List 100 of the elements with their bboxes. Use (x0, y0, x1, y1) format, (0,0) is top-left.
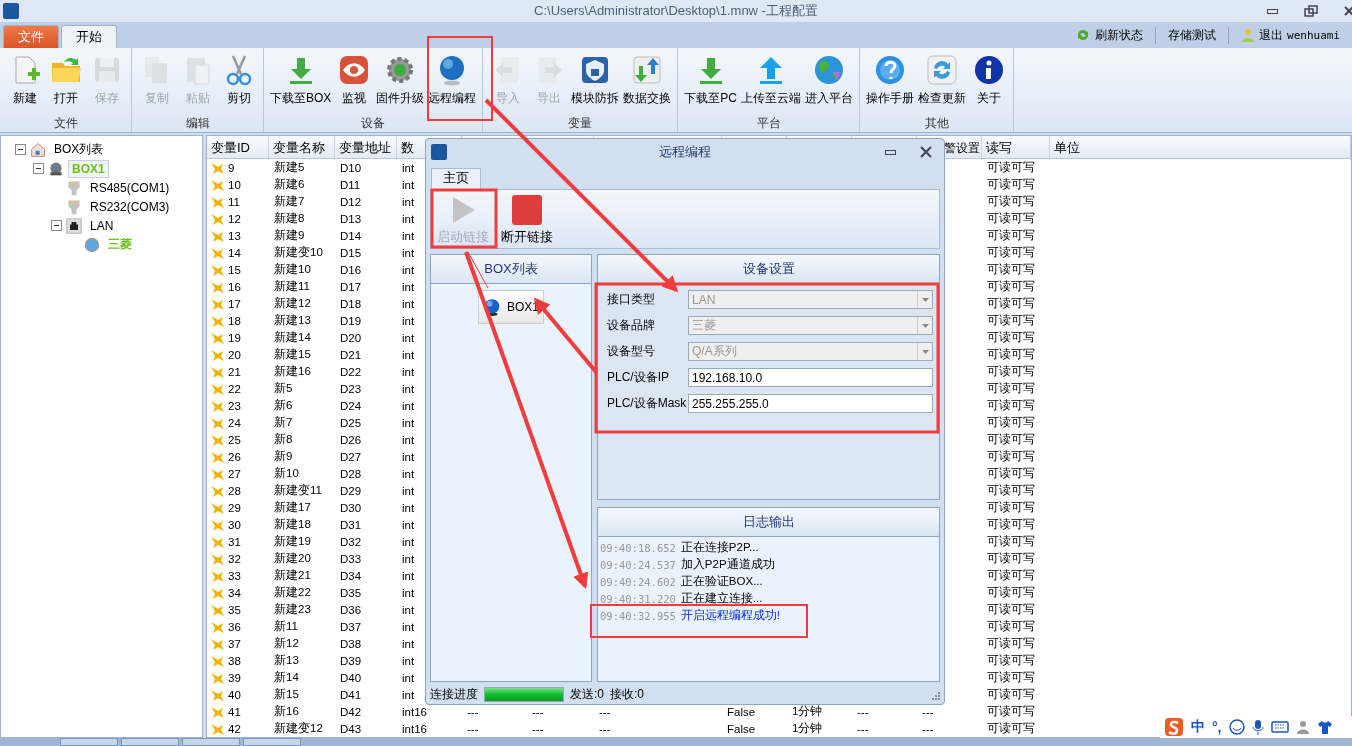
collapse-toggle[interactable] (51, 220, 62, 231)
taskbar-button[interactable] (182, 738, 240, 746)
ribbon-button[interactable]: 剪切 (218, 48, 259, 115)
table-cell: D32 (340, 535, 362, 548)
table-cell: 1分钟 (792, 722, 823, 734)
table-cell: 新建10 (274, 263, 311, 275)
table-cell: int (402, 501, 415, 514)
taskbar-button[interactable] (121, 738, 179, 746)
table-cell: int (402, 297, 415, 310)
keyboard-icon (1270, 720, 1289, 734)
table-cell: 新9 (274, 450, 293, 462)
table-cell: 新建21 (274, 569, 311, 581)
ribbon-button[interactable]: 下载至PC (682, 48, 739, 115)
input-field[interactable]: 255.255.255.0 (688, 394, 933, 413)
group-label: 设备 (361, 116, 386, 130)
ribbon-button[interactable]: 下载至BOX (268, 48, 334, 115)
taskbar-button[interactable] (60, 738, 118, 746)
column-header[interactable]: 变量名称 (273, 140, 325, 155)
ribbon-button[interactable]: 检查更新 (916, 48, 968, 115)
ribbon-button[interactable]: 远程编程 (426, 48, 479, 115)
ribbon-button[interactable]: 上传至云端 (739, 48, 803, 115)
table-cell: 新建15 (274, 348, 311, 360)
microphone-icon (1251, 719, 1264, 735)
table-cell: int (402, 450, 415, 463)
caret-icon (921, 349, 929, 354)
ribbon-button[interactable]: 操作手册 (864, 48, 916, 115)
app-icon (3, 3, 19, 19)
tree-item[interactable]: BOX列表 (50, 139, 108, 160)
ribbon-button[interactable]: 模块防拆 (569, 48, 622, 115)
ribbon-button[interactable]: 进入平台 (803, 48, 855, 115)
dialog-tab[interactable]: 主页 (431, 168, 481, 189)
column-header[interactable]: 变量地址 (339, 140, 391, 155)
table-cell: D12 (340, 195, 362, 208)
table-cell: D38 (340, 637, 362, 650)
collapse-toggle[interactable] (15, 144, 26, 155)
table-cell: --- (922, 722, 934, 735)
table-cell: 9 (228, 161, 235, 174)
punctuation-mode[interactable]: °, (1212, 719, 1222, 735)
column-header[interactable]: 单位 (1054, 140, 1080, 155)
connector-icon (66, 198, 82, 215)
column-header[interactable]: 数 (401, 140, 414, 155)
table-cell: D41 (340, 688, 362, 701)
restore-icon (1304, 5, 1318, 17)
table-cell: 17 (228, 297, 241, 310)
table-cell: int (402, 314, 415, 327)
taskbar-button[interactable] (243, 738, 301, 746)
ribbon-button[interactable]: 监视 (333, 48, 375, 115)
table-cell: 新12 (274, 637, 299, 649)
table-cell: --- (599, 705, 611, 718)
table-cell: 11 (228, 195, 240, 208)
log-time: 09:40:24.537 (600, 558, 676, 571)
caret-icon (921, 297, 929, 302)
ribbon-button[interactable]: 打开 (45, 48, 86, 115)
tree-item[interactable]: RS485(COM1) (86, 178, 174, 197)
log-message: 正在验证BOX... (680, 574, 763, 589)
caret-icon (921, 323, 929, 328)
ribbon-button[interactable]: 数据交换 (621, 48, 674, 115)
table-cell: 可读可写 (987, 178, 1035, 190)
table-cell: 28 (228, 484, 241, 497)
table-cell: int (402, 365, 415, 378)
group-label: 编辑 (185, 116, 210, 130)
toolbar-link[interactable]: 退出 (1259, 26, 1283, 44)
collapse-toggle[interactable] (33, 163, 44, 174)
ribbon-button[interactable]: 固件升级 (374, 48, 427, 115)
table-cell: 新建16 (274, 365, 311, 377)
table-cell: 新建17 (274, 501, 311, 513)
table-cell: --- (467, 705, 479, 718)
column-header[interactable]: 变量ID (211, 140, 250, 155)
table-cell: D20 (340, 331, 362, 344)
table-cell: 新建12 (274, 297, 311, 309)
ribbon-tab[interactable]: 开始 (61, 25, 117, 48)
toolbar-link[interactable]: 存储测试 (1168, 26, 1216, 44)
log-message: 开启远程编程成功! (680, 608, 781, 623)
app-icon (431, 144, 447, 160)
table-cell: D30 (340, 501, 362, 514)
table-cell: 新10 (274, 467, 299, 479)
table-cell: int (402, 620, 415, 633)
table-cell: 新16 (274, 705, 299, 717)
shirt-icon (1316, 720, 1333, 734)
ribbon-button[interactable]: 关于 (968, 48, 1009, 115)
stop-icon (511, 194, 543, 226)
field-label: 设备型号 (607, 343, 656, 360)
user-icon (1295, 720, 1310, 734)
tree-item[interactable]: LAN (86, 216, 118, 235)
table-cell: 可读可写 (987, 161, 1035, 173)
table-cell: D29 (340, 484, 362, 497)
column-header[interactable]: 读写 (986, 140, 1012, 155)
ribbon-button[interactable]: 新建 (4, 48, 45, 115)
table-cell: --- (467, 722, 479, 735)
input-field[interactable]: 192.168.10.0 (688, 368, 933, 387)
column-header[interactable]: 警设置 (944, 141, 980, 155)
toolbar-link[interactable]: 刷新状态 (1095, 26, 1143, 44)
table-cell: 可读可写 (987, 297, 1035, 309)
table-cell: D26 (340, 433, 362, 446)
input-mode[interactable]: 中 (1191, 718, 1205, 736)
table-cell: int (402, 586, 415, 599)
table-cell: int (402, 178, 415, 191)
tree-item[interactable]: RS232(COM3) (86, 197, 174, 216)
table-cell: --- (857, 705, 869, 718)
toolbar-button[interactable]: 断开链接 (495, 190, 559, 248)
